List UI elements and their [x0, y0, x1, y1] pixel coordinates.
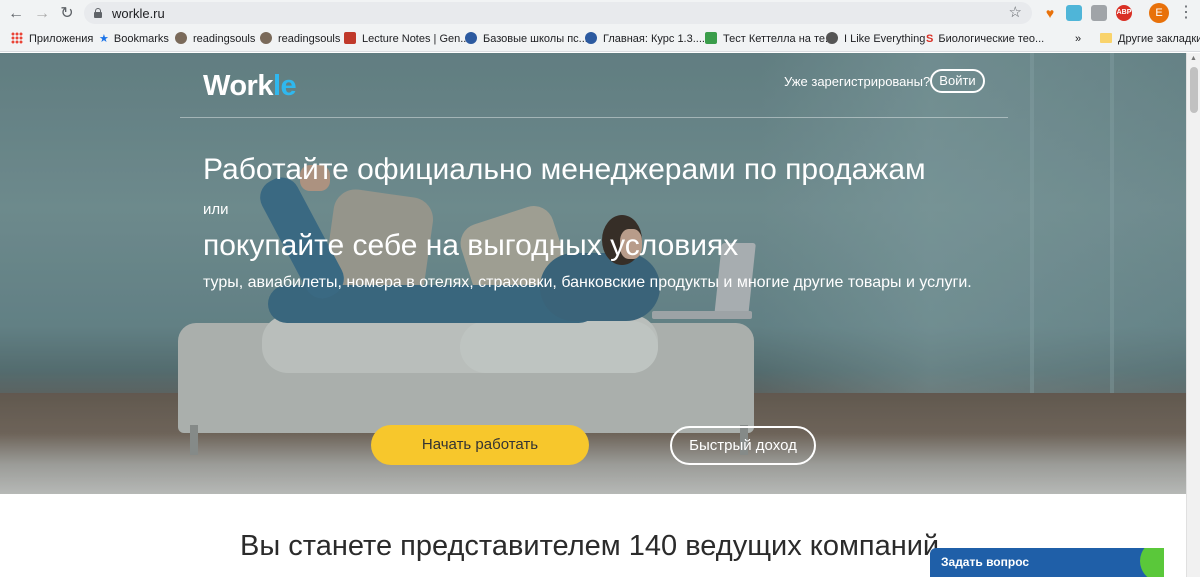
ask-question-label: Задать вопрос: [941, 555, 1030, 569]
bookmark-other-folder[interactable]: Другие закладки: [1100, 32, 1200, 48]
fast-income-button[interactable]: Быстрый доход: [670, 426, 816, 465]
translate-extension-icon[interactable]: [1066, 5, 1082, 21]
chat-corner-icon: [1140, 548, 1164, 577]
login-button[interactable]: Войти: [930, 69, 985, 93]
bookmark-readingsouls-1[interactable]: readingsouls: [175, 32, 255, 48]
bookmark-cattell-test[interactable]: Тест Кеттелла на те...: [705, 32, 834, 48]
menu-kebab-icon[interactable]: ⋮: [1178, 2, 1194, 22]
hero-headline-buy: покупайте себе на выгодных условиях: [203, 229, 739, 262]
globe-icon: [826, 32, 838, 44]
star-icon: ★: [99, 33, 109, 45]
bookmarks-bar: Приложения ★ Bookmarks readingsouls readi…: [0, 27, 1200, 52]
bookmark-lecture-notes[interactable]: Lecture Notes | Gen...: [344, 32, 469, 48]
bookmark-biological-theories[interactable]: S Биологические тео...: [926, 32, 1044, 48]
companies-heading: Вы станете представителем 140 ведущих ко…: [240, 530, 940, 562]
bookmark-basic-schools[interactable]: Базовые школы пс...: [465, 32, 588, 48]
check-icon: [705, 32, 717, 44]
hero-section: Workle Уже зарегистрированы? Войти Работ…: [0, 53, 1186, 494]
ask-question-widget[interactable]: Задать вопрос: [930, 548, 1164, 577]
bookmark-bookmarks[interactable]: ★ Bookmarks: [99, 32, 169, 48]
hero-subtext: туры, авиабилеты, номера в отелях, страх…: [203, 274, 972, 291]
profile-avatar[interactable]: E: [1149, 3, 1169, 23]
hero-or-text: или: [203, 201, 229, 218]
user-icon: [260, 32, 272, 44]
bookmark-i-like-everything[interactable]: I Like Everything: [826, 32, 925, 48]
address-bar[interactable]: workle.ru ☆: [84, 2, 1032, 24]
header-divider: [180, 117, 1008, 118]
globe-icon: [465, 32, 477, 44]
heart-extension-icon[interactable]: ♥: [1042, 5, 1058, 21]
bookmark-main-course[interactable]: Главная: Курс 1.3....: [585, 32, 705, 48]
s-logo-icon: S: [926, 33, 934, 45]
lecture-notes-icon: [344, 32, 356, 44]
reload-icon[interactable]: ↻: [57, 4, 77, 24]
globe-icon: [585, 32, 597, 44]
bookmark-star-icon[interactable]: ☆: [1009, 3, 1022, 21]
page-scrollbar[interactable]: ▲: [1186, 53, 1200, 577]
back-arrow-icon[interactable]: ←: [6, 4, 26, 24]
workle-logo[interactable]: Workle: [203, 70, 297, 103]
bookmarks-overflow-chevron[interactable]: »: [1075, 32, 1081, 48]
scroll-thumb[interactable]: [1190, 67, 1198, 113]
folder-icon: [1100, 33, 1112, 43]
bookmark-readingsouls-2[interactable]: readingsouls: [260, 32, 340, 48]
adblock-extension-icon[interactable]: ABP: [1116, 5, 1132, 21]
lock-icon: [94, 8, 102, 18]
url-text[interactable]: workle.ru: [112, 6, 165, 21]
image-extension-icon[interactable]: [1091, 5, 1107, 21]
scroll-up-arrow-icon[interactable]: ▲: [1190, 55, 1197, 62]
already-registered-text: Уже зарегистрированы?: [784, 74, 931, 89]
start-working-button[interactable]: Начать работать: [371, 425, 589, 465]
hero-headline-work: Работайте официально менеджерами по прод…: [203, 153, 926, 186]
user-icon: [175, 32, 187, 44]
page-content: Workle Уже зарегистрированы? Войти Работ…: [0, 53, 1186, 577]
apps-grid-icon: [11, 32, 23, 44]
browser-toolbar: ← → ↻ workle.ru ☆ ♥ ABP E ⋮: [0, 0, 1200, 27]
bookmark-apps[interactable]: Приложения: [11, 32, 93, 48]
forward-arrow-icon[interactable]: →: [32, 4, 52, 24]
